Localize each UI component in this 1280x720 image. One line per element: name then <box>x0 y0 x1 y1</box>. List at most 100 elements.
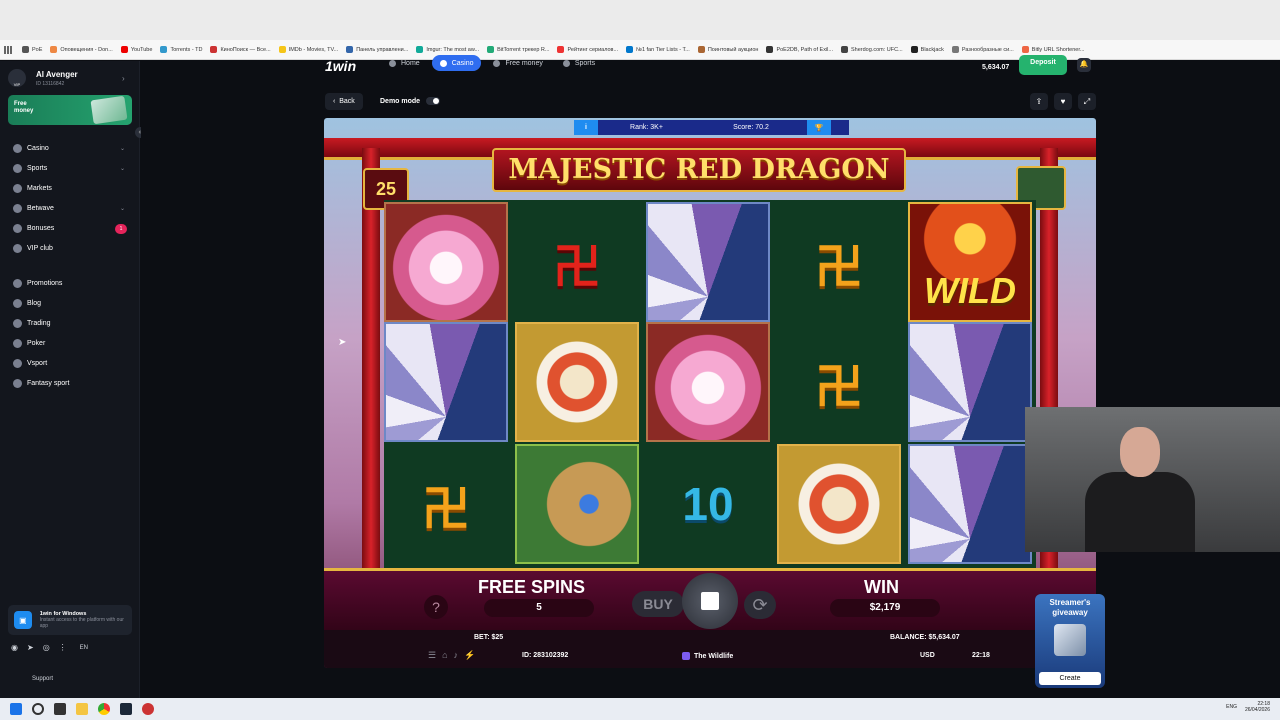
sidebar-item-blog[interactable]: Blog <box>13 299 127 308</box>
favicon-icon <box>22 46 29 53</box>
task-view-icon[interactable] <box>54 703 66 715</box>
instagram-icon[interactable]: ◎ <box>43 643 50 652</box>
demo-mode-toggle[interactable]: Demo mode <box>380 97 441 105</box>
nav-icon <box>13 184 22 193</box>
toggle-switch[interactable] <box>426 97 441 105</box>
game-balance: BALANCE: $5,634.07 <box>890 634 960 641</box>
bookmark-item[interactable]: Sherdog.com: UFC... <box>841 46 903 53</box>
sound-icon[interactable]: ♪ <box>454 650 459 661</box>
sidebar-item-casino[interactable]: Casino ⌄ <box>13 144 127 153</box>
menu-icon[interactable]: ☰ <box>428 650 436 661</box>
bookmark-item[interactable]: Разнообразные си... <box>951 46 1014 53</box>
top-nav: Home Casino Free money Sports <box>381 55 603 71</box>
sidebar-item-promotions[interactable]: Promotions <box>13 279 127 288</box>
search-icon[interactable] <box>32 703 44 715</box>
fullscreen-icon[interactable]: ⤢ <box>1078 93 1096 110</box>
bell-icon[interactable]: 🔔 <box>1077 58 1091 72</box>
avatar: VIP <box>8 69 26 87</box>
bookmark-label: BitTorrent трекер R... <box>497 46 550 53</box>
bookmark-item[interactable]: YouTube <box>120 46 152 53</box>
tab-casino[interactable]: Casino <box>431 55 482 71</box>
bookmark-item[interactable]: Рейтинг сериалов... <box>557 46 618 53</box>
chevron-right-icon[interactable]: › <box>122 74 125 83</box>
tab-free-money[interactable]: Free money <box>485 55 550 71</box>
favicon-icon <box>951 46 959 53</box>
buy-button[interactable]: BUY <box>632 591 684 617</box>
sidebar-item-vsport[interactable]: Vsport <box>13 359 127 368</box>
steam-icon[interactable] <box>120 703 132 715</box>
bookmark-item[interactable]: Оповещения - Don... <box>50 46 113 53</box>
bookmark-label: Torrents - TD <box>170 46 203 53</box>
sidebar-item-betwave[interactable]: Betwave ⌄ <box>13 204 127 213</box>
bookmarks-bar: PoE Оповещения - Don... YouTube Torrents - … <box>0 40 1280 60</box>
win-label: WIN <box>864 577 899 597</box>
sidebar-item-markets[interactable]: Markets <box>13 184 127 193</box>
share-icon[interactable]: ⇪ <box>1030 93 1048 110</box>
sidebar-item-fantasy-sport[interactable]: Fantasy sport <box>13 379 127 388</box>
windows-start-icon[interactable] <box>10 703 22 715</box>
free-money-banner[interactable]: Free money <box>8 95 132 125</box>
sidebar-item-vip-club[interactable]: VIP club <box>13 244 127 253</box>
apps-grid-icon[interactable] <box>4 45 12 54</box>
create-giveaway-button[interactable]: Create <box>1039 672 1101 685</box>
giveaway-widget[interactable]: Streamer's giveaway Create <box>1035 594 1105 688</box>
free-money-label: Free money <box>14 101 34 114</box>
bookmark-label: КиноПоиск — Все... <box>220 46 271 53</box>
app-icon[interactable] <box>142 703 154 715</box>
bookmark-item[interactable]: №1 fan Tier Lists - T... <box>626 46 690 53</box>
sidebar-item-bonuses[interactable]: Bonuses 1 <box>13 223 127 234</box>
bookmark-label: Рейтинг сериалов... <box>567 46 619 53</box>
whatsapp-icon[interactable]: ◉ <box>11 643 18 652</box>
favicon-icon <box>120 46 128 53</box>
bookmark-item[interactable]: Bitly URL Shortener... <box>1021 46 1084 53</box>
stop-spin-button[interactable] <box>682 573 738 629</box>
provider-label: The Wildlife <box>694 652 734 660</box>
sidebar-item-label: Vsport <box>27 360 48 367</box>
bookmark-item[interactable]: PoE <box>22 46 42 53</box>
file-explorer-icon[interactable] <box>76 703 88 715</box>
turbo-icon[interactable]: ⚡ <box>464 650 475 661</box>
system-tray: ENG 22:18 26/04/2026 <box>1226 701 1270 713</box>
bookmark-item[interactable]: Imgur: The most aw... <box>416 46 479 53</box>
nav-icon <box>13 224 22 233</box>
bookmark-item[interactable]: Blackjack <box>910 46 944 53</box>
bookmark-item[interactable]: Панель управлени... <box>346 46 408 53</box>
telegram-icon[interactable]: ➤ <box>27 643 34 652</box>
sidebar-item-sports[interactable]: Sports ⌄ <box>13 164 127 173</box>
sidebar-item-poker[interactable]: Poker <box>13 339 127 348</box>
deposit-button[interactable]: Deposit <box>1019 55 1067 75</box>
tab-home[interactable]: Home <box>381 55 428 71</box>
info-icon[interactable]: i <box>574 120 598 135</box>
chrome-icon[interactable] <box>98 703 110 715</box>
back-button[interactable]: ‹ Back <box>325 93 363 110</box>
home-icon[interactable]: ⌂ <box>442 650 447 661</box>
reels: 卍卍 10 卍卍 WILD <box>384 200 1036 576</box>
bookmark-item[interactable]: BitTorrent трекер R... <box>487 46 549 53</box>
game-frame[interactable]: i Rank: 3K+ Score: 70.2 🏆 MAJESTIC RED D… <box>324 118 1096 668</box>
autoplay-icon[interactable]: ⟳ <box>744 591 776 619</box>
bookmark-item[interactable]: IMDb - Movies, TV... <box>278 46 338 53</box>
sidebar-item-trading[interactable]: Trading <box>13 319 127 328</box>
bookmark-item[interactable]: PoE2DB, Path of Exil... <box>766 46 833 53</box>
help-button[interactable]: ? <box>424 595 448 619</box>
nav-icon <box>13 379 22 388</box>
tab-label: Home <box>401 59 420 67</box>
nav-icon <box>13 204 22 213</box>
trophy-icon[interactable]: 🏆 <box>807 120 831 135</box>
bookmark-item[interactable]: КиноПоиск — Все... <box>210 46 271 53</box>
sidebar-item-label: Poker <box>27 340 46 347</box>
heart-icon[interactable]: ♥ <box>1054 93 1072 110</box>
app-download-card[interactable]: ▣ 1win for Windows Instant access to the … <box>8 605 132 635</box>
more-icon[interactable]: ⋮ <box>59 643 67 652</box>
support-link[interactable]: Support <box>32 676 53 682</box>
tray-lang[interactable]: ENG <box>1226 704 1237 710</box>
bookmark-item[interactable]: Поинтовый аукцион <box>697 46 758 53</box>
site-logo[interactable]: 1win <box>325 58 356 74</box>
tab-icon <box>493 59 501 67</box>
stop-icon <box>701 592 719 610</box>
language-select[interactable]: EN <box>80 645 88 651</box>
tab-sports[interactable]: Sports <box>555 55 603 71</box>
bookmark-item[interactable]: Torrents - TD <box>160 46 202 53</box>
user-profile[interactable]: VIP Al Avenger ID 13116842 <box>8 69 78 87</box>
bookmark-label: Sherdog.com: UFC... <box>851 46 903 53</box>
